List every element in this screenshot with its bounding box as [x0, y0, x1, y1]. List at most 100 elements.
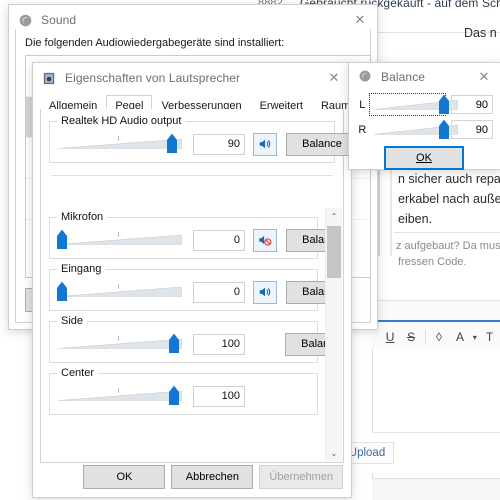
- table-glyph: T: [485, 330, 494, 344]
- slider-thumb[interactable]: [56, 229, 68, 250]
- scroll-down-icon[interactable]: ⌄: [326, 445, 342, 461]
- slider-thumb[interactable]: [438, 119, 450, 140]
- highlight-color-icon[interactable]: ◊: [429, 326, 450, 348]
- level-balance-button[interactable]: Balance: [285, 332, 326, 356]
- highlight-glyph: ◊: [436, 330, 442, 344]
- level-group-eingang: Eingang 0 Bala: [49, 263, 326, 311]
- main-output-value[interactable]: 90: [193, 133, 245, 155]
- sound-hint-text: Die folgenden Audiowiedergabegeräte sind…: [25, 37, 285, 49]
- level-row: 100: [56, 384, 311, 408]
- scrollbar-thumb[interactable]: [327, 226, 341, 278]
- level-value[interactable]: 100: [193, 385, 245, 407]
- text-color-icon[interactable]: A: [449, 326, 470, 348]
- properties-title: Eigenschaften von Lautsprecher: [65, 71, 241, 85]
- level-slider[interactable]: [56, 229, 184, 251]
- strikethrough-icon[interactable]: S: [401, 326, 422, 348]
- slider-track: [58, 234, 182, 245]
- level-label: Center: [57, 367, 99, 379]
- slider-tick: [118, 336, 119, 341]
- balance-titlebar[interactable]: Balance ✕: [349, 63, 500, 90]
- levels-scroll-region: Mikrofon 0 Bala Eingang 0 Bala Side 100 …: [41, 207, 343, 462]
- slider-thumb[interactable]: [168, 333, 180, 354]
- balance-ok-row: OK: [355, 146, 493, 170]
- quote-line-3: eiben.: [398, 212, 433, 226]
- sound-window-title: Sound: [41, 13, 77, 27]
- slider-thumb[interactable]: [438, 94, 450, 115]
- slider-track: [58, 390, 182, 401]
- slider-track: [58, 286, 182, 297]
- level-label: Side: [57, 315, 88, 327]
- slider-tick: [118, 136, 119, 141]
- level-slider[interactable]: [56, 281, 184, 303]
- level-balance-button[interactable]: Balance: [286, 280, 326, 304]
- speaker-properties-icon: [42, 71, 57, 86]
- underline-glyph: U: [385, 330, 395, 344]
- chevron-down-glyph: ▾: [472, 332, 477, 342]
- level-label: Mikrofon: [57, 211, 108, 223]
- level-row: 0 Balance: [56, 228, 326, 252]
- speaker-on-icon[interactable]: [253, 132, 277, 156]
- quote-bar-secondary: [390, 160, 392, 256]
- levels-scroll-pane: Mikrofon 0 Bala Eingang 0 Bala Side 100 …: [41, 207, 326, 462]
- note-line-1: z aufgebaut? Da muss man al: [396, 240, 500, 252]
- sound-icon: [18, 13, 33, 28]
- balance-body: L 90 R 90 OK: [349, 90, 500, 170]
- main-output-row: 90 Balance: [56, 132, 358, 156]
- slider-thumb[interactable]: [166, 133, 178, 154]
- slider-tick: [118, 388, 119, 393]
- levels-scrollbar[interactable]: ⌃ ⌄: [325, 208, 342, 461]
- speaker-on-icon[interactable]: [253, 280, 277, 304]
- slider-thumb[interactable]: [56, 281, 68, 302]
- background-panel-first-line: Das n: [464, 26, 497, 40]
- level-row: 100 Balance: [56, 332, 326, 356]
- level-value[interactable]: 100: [193, 333, 245, 355]
- underline-icon[interactable]: U: [380, 326, 401, 348]
- sound-icon: [358, 69, 373, 84]
- ok-button[interactable]: OK: [83, 465, 166, 489]
- balance-ok-label: OK: [416, 152, 432, 164]
- level-value[interactable]: 0: [193, 229, 245, 251]
- balance-left-label: L: [359, 98, 366, 111]
- slider-track: [58, 138, 182, 149]
- speaker-properties-window[interactable]: Eigenschaften von Lautsprecher ✕ Allgeme…: [32, 62, 377, 498]
- balance-row-left: L 90: [355, 93, 493, 116]
- scroll-up-icon[interactable]: ⌃: [326, 208, 342, 224]
- main-output-slider[interactable]: [56, 133, 184, 155]
- slider-track: [58, 338, 182, 349]
- balance-row-right: R 90: [355, 119, 493, 140]
- level-value[interactable]: 0: [193, 281, 245, 303]
- quote-line-2: erkabel nach außen lege: [398, 192, 500, 206]
- balance-right-label: R: [358, 123, 367, 136]
- text-color-dropdown-icon[interactable]: ▾: [470, 326, 479, 348]
- level-slider[interactable]: [56, 385, 184, 407]
- properties-body: Realtek HD Audio output 90 Balance Mikro…: [40, 109, 358, 463]
- section-divider: [51, 175, 333, 176]
- panel-footer: [372, 479, 500, 500]
- level-slider[interactable]: [56, 333, 184, 355]
- formatting-toolbar: U S ◊ A ▾ T: [372, 326, 500, 348]
- close-icon[interactable]: ✕: [317, 64, 351, 93]
- strikethrough-glyph: S: [407, 330, 416, 344]
- text-color-glyph: A: [455, 330, 464, 344]
- main-output-group: Realtek HD Audio output 90 Balance: [49, 115, 358, 163]
- cancel-button[interactable]: Abbrechen: [171, 465, 254, 489]
- slider-tick: [118, 284, 119, 289]
- editor-accent-bar: [372, 320, 500, 322]
- close-icon[interactable]: ✕: [467, 64, 500, 90]
- quote-line-1: n sicher auch reparieren: [398, 172, 500, 186]
- quote-bar: [378, 160, 386, 256]
- balance-dialog[interactable]: Balance ✕ L 90 R 90 OK: [348, 62, 500, 170]
- level-balance-button[interactable]: Balance: [286, 228, 326, 252]
- slider-tick: [118, 232, 119, 237]
- balance-left-slider[interactable]: [368, 93, 458, 116]
- toolbar-separator: [424, 330, 426, 344]
- properties-titlebar[interactable]: Eigenschaften von Lautsprecher ✕: [33, 63, 351, 93]
- level-label: Eingang: [57, 263, 106, 275]
- balance-right-slider[interactable]: [370, 119, 458, 140]
- table-icon[interactable]: T: [479, 326, 500, 348]
- level-row: 0 Balance: [56, 280, 326, 304]
- slider-thumb[interactable]: [168, 385, 180, 406]
- speaker-muted-icon[interactable]: [253, 228, 277, 252]
- balance-ok-button[interactable]: OK: [384, 146, 464, 170]
- panel-divider-note: [394, 232, 500, 233]
